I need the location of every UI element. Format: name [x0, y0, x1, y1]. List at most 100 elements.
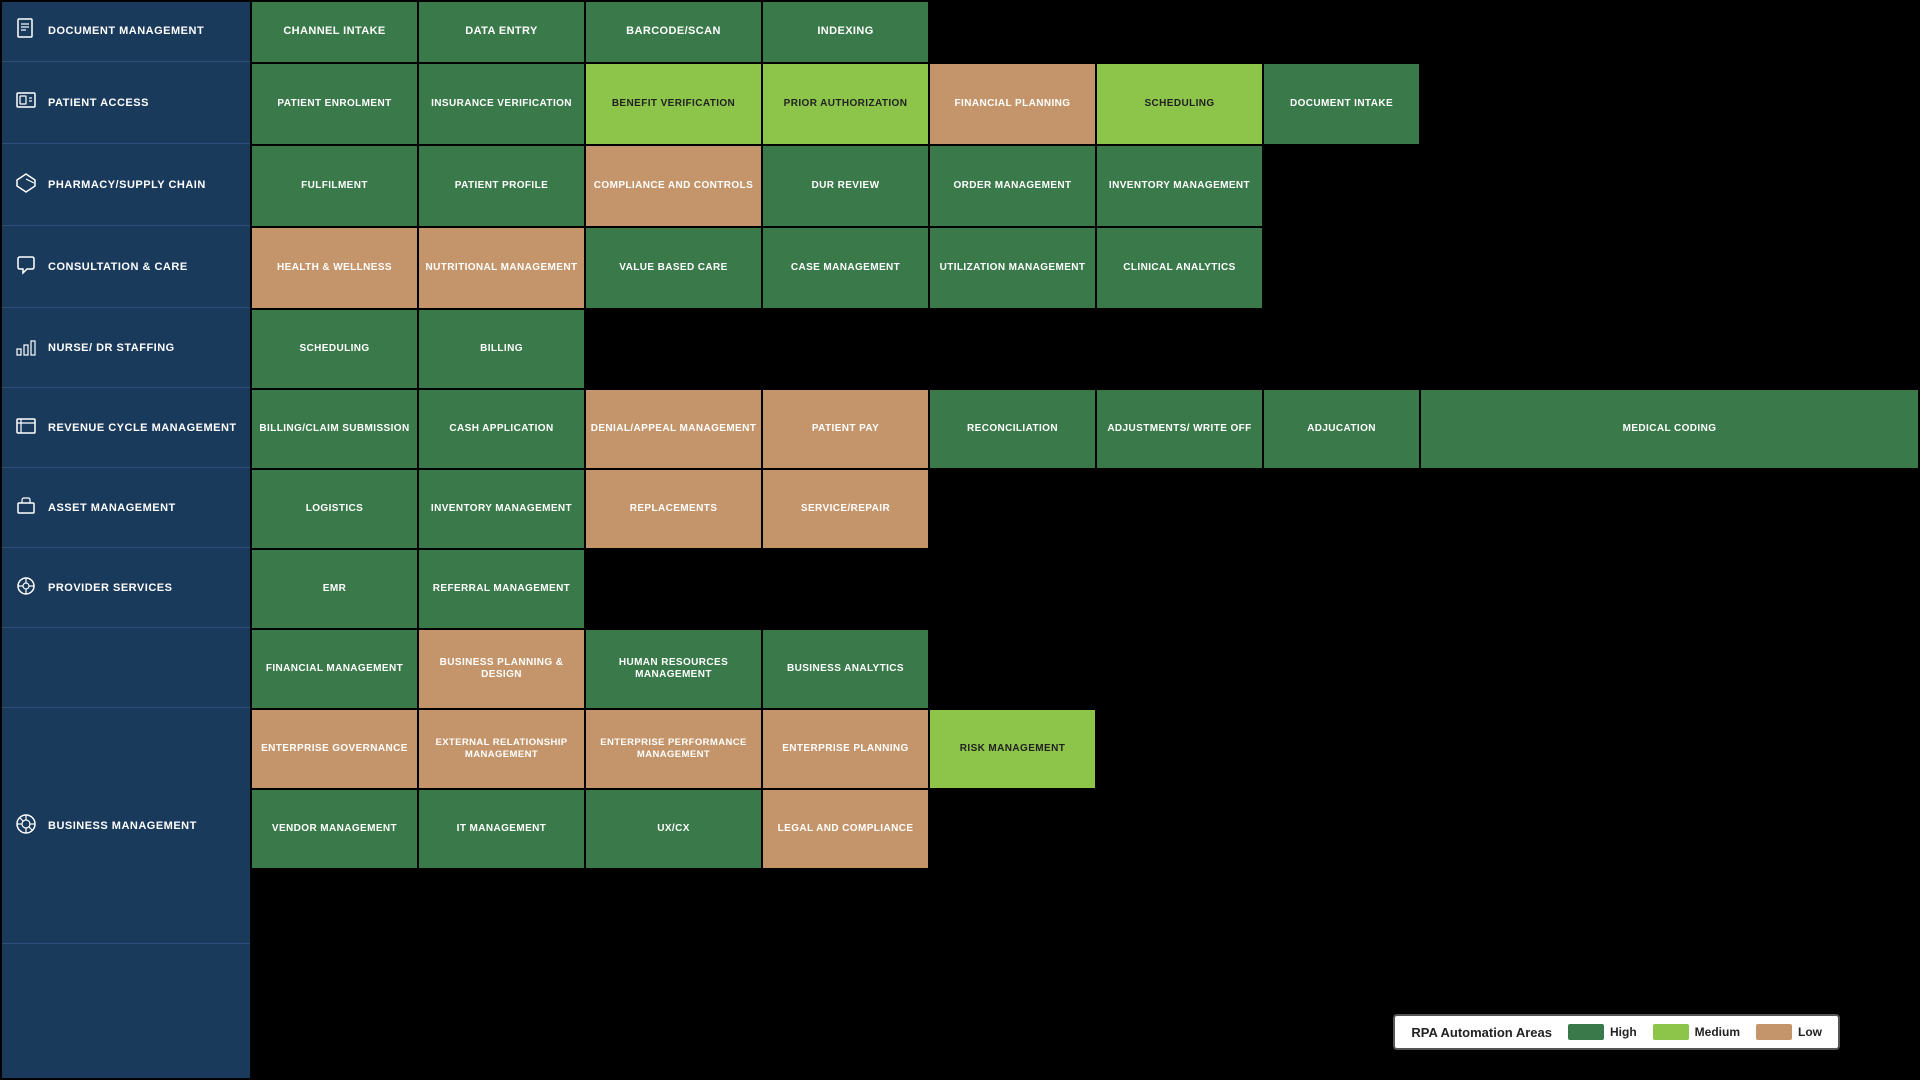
sidebar-item-asset-management[interactable]: ASSET MANAGEMENT: [2, 470, 250, 548]
cell-billing-nurse[interactable]: BILLING: [419, 310, 584, 388]
cell-barcode-scan[interactable]: BARCODE/SCAN: [586, 2, 761, 62]
cell-scheduling-r2[interactable]: SCHEDULING: [1097, 64, 1262, 144]
cell-empty-r7c5: [930, 470, 1095, 548]
sidebar-label-nurse-staffing: NURSE/ DR STAFFING: [48, 342, 175, 355]
cell-financial-management[interactable]: FINANCIAL MANAGEMENT: [252, 630, 417, 708]
cell-risk-management[interactable]: RISK MANAGEMENT: [930, 710, 1095, 788]
cell-inventory-management-r3[interactable]: INVENTORY MANAGEMENT: [1097, 146, 1262, 226]
cell-adjustments-write-off[interactable]: ADJUSTMENTS/ WRITE OFF: [1097, 390, 1262, 468]
cell-financial-planning[interactable]: FINANCIAL PLANNING: [930, 64, 1095, 144]
cell-reconciliation[interactable]: RECONCILIATION: [930, 390, 1095, 468]
cell-enterprise-governance[interactable]: ENTERPRISE GOVERNANCE: [252, 710, 417, 788]
sidebar-item-patient-access[interactable]: PATIENT ACCESS: [2, 64, 250, 144]
cell-channel-intake[interactable]: CHANNEL INTAKE: [252, 2, 417, 62]
cell-health-wellness[interactable]: HEALTH & WELLNESS: [252, 228, 417, 308]
cell-it-management[interactable]: IT MANAGEMENT: [419, 790, 584, 868]
cell-human-resources-management[interactable]: HUMAN RESOURCES MANAGEMENT: [586, 630, 761, 708]
sidebar-item-spacer: [2, 630, 250, 708]
cell-adjucation[interactable]: ADJUCATION: [1264, 390, 1419, 468]
cell-empty-r10c8: [1421, 710, 1918, 788]
cell-inventory-management-asset[interactable]: INVENTORY MANAGEMENT: [419, 470, 584, 548]
cell-business-analytics[interactable]: BUSINESS ANALYTICS: [763, 630, 928, 708]
cell-insurance-verification[interactable]: INSURANCE VERIFICATION: [419, 64, 584, 144]
sidebar-item-revenue-cycle[interactable]: REVENUE CYCLE MANAGEMENT: [2, 390, 250, 468]
sidebar: DOCUMENT MANAGEMENT PATIENT ACCESS: [2, 2, 250, 1078]
cell-external-relationship-management[interactable]: EXTERNAL RELATIONSHIP MANAGEMENT: [419, 710, 584, 788]
cell-document-intake[interactable]: DOCUMENT INTAKE: [1264, 64, 1419, 144]
cell-data-entry[interactable]: DATA ENTRY: [419, 2, 584, 62]
cell-nutritional-management[interactable]: NUTRITIONAL MANAGEMENT: [419, 228, 584, 308]
cell-empty-r11c8: [1421, 790, 1918, 868]
patient-icon: [12, 90, 40, 117]
sidebar-label-document-management: DOCUMENT MANAGEMENT: [48, 25, 204, 38]
sidebar-item-pharmacy[interactable]: PHARMACY/SUPPLY CHAIN: [2, 146, 250, 226]
cell-empty-r1c7: [1264, 2, 1419, 62]
consultation-icon: [12, 254, 40, 281]
cell-enterprise-performance-management[interactable]: ENTERPRISE PERFORMANCE MANAGEMENT: [586, 710, 761, 788]
cell-legal-compliance[interactable]: LEGAL AND COMPLIANCE: [763, 790, 928, 868]
legend-item-medium: Medium: [1653, 1024, 1740, 1040]
cell-empty-r3c7: [1264, 146, 1419, 226]
sidebar-label-provider-services: PROVIDER SERVICES: [48, 582, 172, 595]
cell-scheduling-nurse[interactable]: SCHEDULING: [252, 310, 417, 388]
sidebar-label-revenue-cycle: REVENUE CYCLE MANAGEMENT: [48, 422, 237, 435]
cell-dur-review[interactable]: DUR REVIEW: [763, 146, 928, 226]
cell-enterprise-planning[interactable]: ENTERPRISE PLANNING: [763, 710, 928, 788]
cell-prior-authorization[interactable]: PRIOR AUTHORIZATION: [763, 64, 928, 144]
cell-empty-r7c6: [1097, 470, 1262, 548]
legend-swatch-medium: [1653, 1024, 1689, 1040]
cell-medical-coding[interactable]: MEDICAL CODING: [1421, 390, 1918, 468]
cell-logistics[interactable]: LOGISTICS: [252, 470, 417, 548]
cell-case-management[interactable]: CASE MANAGEMENT: [763, 228, 928, 308]
sidebar-label-consultation: CONSULTATION & CARE: [48, 261, 188, 274]
business-icon: [12, 813, 40, 840]
cell-denial-appeal-management[interactable]: DENIAL/APPEAL MANAGEMENT: [586, 390, 761, 468]
staffing-icon: [12, 335, 40, 362]
document-icon: [12, 18, 40, 45]
cell-empty-r11c5: [930, 790, 1095, 868]
cell-benefit-verification[interactable]: BENEFIT VERIFICATION: [586, 64, 761, 144]
sidebar-item-document-management[interactable]: DOCUMENT MANAGEMENT: [2, 2, 250, 62]
legend-item-high: High: [1568, 1024, 1637, 1040]
sidebar-item-provider-services[interactable]: PROVIDER SERVICES: [2, 550, 250, 628]
legend: RPA Automation Areas High Medium Low: [1393, 1014, 1840, 1050]
cell-service-repair[interactable]: SERVICE/REPAIR: [763, 470, 928, 548]
cell-billing-claim-submission[interactable]: BILLING/CLAIM SUBMISSION: [252, 390, 417, 468]
grid-row-biz2: ENTERPRISE GOVERNANCE EXTERNAL RELATIONS…: [252, 710, 1918, 788]
cell-empty-r11c6: [1097, 790, 1262, 868]
cell-empty-r5c7: [1264, 310, 1419, 388]
cell-empty-r7c7: [1264, 470, 1419, 548]
cell-emr[interactable]: EMR: [252, 550, 417, 628]
cell-patient-profile[interactable]: PATIENT PROFILE: [419, 146, 584, 226]
asset-icon: [12, 495, 40, 522]
cell-cash-application[interactable]: CASH APPLICATION: [419, 390, 584, 468]
sidebar-item-business-management[interactable]: BUSINESS MANAGEMENT: [2, 710, 250, 944]
cell-empty-r8c8: [1421, 550, 1918, 628]
cell-compliance-controls[interactable]: COMPLIANCE AND CONTROLS: [586, 146, 761, 226]
cell-indexing[interactable]: INDEXING: [763, 2, 928, 62]
cell-empty-r8c7: [1264, 550, 1419, 628]
cell-referral-management[interactable]: REFERRAL MANAGEMENT: [419, 550, 584, 628]
cell-ux-cx[interactable]: UX/CX: [586, 790, 761, 868]
cell-empty-r7c8: [1421, 470, 1918, 548]
cell-empty-r8c5: [930, 550, 1095, 628]
cell-vendor-management[interactable]: VENDOR MANAGEMENT: [252, 790, 417, 868]
cell-empty-r1c5: [930, 2, 1095, 62]
cell-order-management[interactable]: ORDER MANAGEMENT: [930, 146, 1095, 226]
cell-fulfilment[interactable]: FULFILMENT: [252, 146, 417, 226]
grid-row-biz1: FINANCIAL MANAGEMENT BUSINESS PLANNING &…: [252, 630, 1918, 708]
cell-patient-enrolment[interactable]: PATIENT ENROLMENT: [252, 64, 417, 144]
legend-swatch-low: [1756, 1024, 1792, 1040]
cell-utilization-management[interactable]: UTILIZATION MANAGEMENT: [930, 228, 1095, 308]
cell-value-based-care[interactable]: VALUE BASED CARE: [586, 228, 761, 308]
sidebar-item-consultation[interactable]: CONSULTATION & CARE: [2, 228, 250, 308]
grid-row-asset: LOGISTICS INVENTORY MANAGEMENT REPLACEME…: [252, 470, 1918, 548]
cell-empty-r10c7: [1264, 710, 1419, 788]
cell-empty-r10c6: [1097, 710, 1262, 788]
legend-label-high: High: [1610, 1025, 1637, 1039]
cell-business-planning-design[interactable]: BUSINESS PLANNING & DESIGN: [419, 630, 584, 708]
cell-clinical-analytics[interactable]: CLINICAL ANALYTICS: [1097, 228, 1262, 308]
cell-patient-pay[interactable]: PATIENT PAY: [763, 390, 928, 468]
sidebar-item-nurse-staffing[interactable]: NURSE/ DR STAFFING: [2, 310, 250, 388]
cell-replacements[interactable]: REPLACEMENTS: [586, 470, 761, 548]
